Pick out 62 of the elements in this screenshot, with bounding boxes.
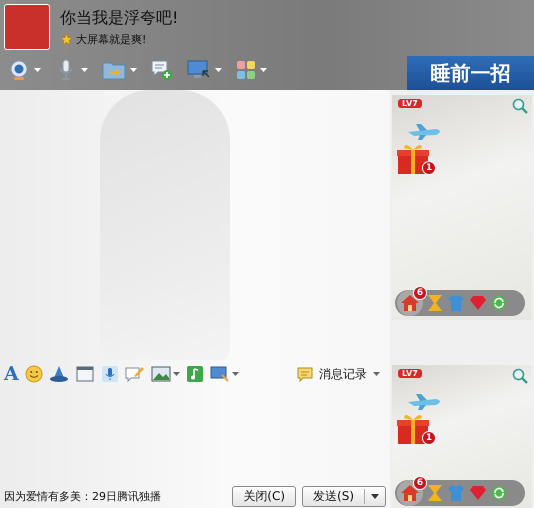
format-tool-button[interactable] xyxy=(74,365,95,383)
format-tool-button[interactable]: A xyxy=(4,364,19,384)
home-count-badge: 6 xyxy=(413,286,427,300)
search-icon[interactable] xyxy=(512,98,528,114)
caret-icon xyxy=(373,372,380,376)
caret-icon xyxy=(232,372,239,376)
format-tool-button[interactable] xyxy=(124,365,145,383)
wizard-hat-icon xyxy=(48,365,69,383)
house-icon xyxy=(400,294,420,312)
gift-box-icon[interactable] xyxy=(396,413,430,445)
microphone-icon xyxy=(100,365,119,383)
smiley-icon xyxy=(24,365,43,383)
format-tool-button[interactable] xyxy=(150,365,180,383)
format-tool-button[interactable] xyxy=(186,365,204,383)
caret-icon xyxy=(81,68,88,72)
note-pencil-icon xyxy=(124,365,145,383)
format-tool-button[interactable] xyxy=(210,365,239,383)
caret-icon xyxy=(260,68,267,72)
hourglass-icon[interactable] xyxy=(427,294,443,312)
contact-name: 你当我是浮夸吧! xyxy=(60,8,178,29)
window-frame-icon xyxy=(74,365,95,383)
format-tool-button[interactable] xyxy=(48,365,69,383)
gift-box-icon[interactable] xyxy=(396,143,430,175)
search-icon[interactable] xyxy=(512,368,528,384)
format-tool-button[interactable] xyxy=(100,365,119,383)
hourglass-icon[interactable] xyxy=(427,484,443,502)
home-count-badge: 6 xyxy=(413,476,427,490)
image-icon xyxy=(150,365,171,383)
toolbar-button[interactable] xyxy=(8,59,41,81)
toolbar-button[interactable] xyxy=(102,60,137,80)
level-badge: LV7 xyxy=(398,369,422,378)
star-icon xyxy=(60,33,73,46)
caret-icon xyxy=(172,372,180,376)
chat-add-icon xyxy=(151,59,173,81)
caret-icon xyxy=(34,68,41,72)
webcam-icon xyxy=(8,59,30,81)
caret-icon xyxy=(215,68,222,72)
toolbar-button[interactable] xyxy=(151,59,173,81)
apps-grid-icon xyxy=(236,60,256,80)
refresh-icon[interactable] xyxy=(491,485,507,501)
chat-bubble-icon xyxy=(297,366,313,382)
caret-icon xyxy=(371,494,379,499)
send-button[interactable]: 发送(S) xyxy=(302,486,386,507)
folder-icon xyxy=(102,60,126,80)
house-icon xyxy=(400,484,420,502)
ad-banner[interactable]: 睡前一招 xyxy=(407,56,534,90)
screenshot-icon xyxy=(210,365,230,383)
gift-count-badge: 1 xyxy=(422,161,436,175)
toolbar-button[interactable] xyxy=(236,60,267,80)
music-icon xyxy=(186,365,204,383)
avatar-placeholder xyxy=(4,4,50,50)
status-text: 因为爱情有多美：29日腾讯独播 xyxy=(4,489,161,504)
close-button[interactable]: 关闭(C) xyxy=(232,486,296,507)
gift-count-badge: 1 xyxy=(422,431,436,445)
level-badge: LV7 xyxy=(398,99,422,108)
message-history-button[interactable]: 消息记录 xyxy=(297,366,380,382)
refresh-icon[interactable] xyxy=(491,295,507,311)
toolbar-button[interactable] xyxy=(187,59,222,81)
caret-icon xyxy=(130,68,137,72)
monitor-icon xyxy=(187,59,211,81)
signature-text: 大屏幕就是爽! xyxy=(76,32,146,47)
format-tool-button[interactable] xyxy=(24,365,43,383)
